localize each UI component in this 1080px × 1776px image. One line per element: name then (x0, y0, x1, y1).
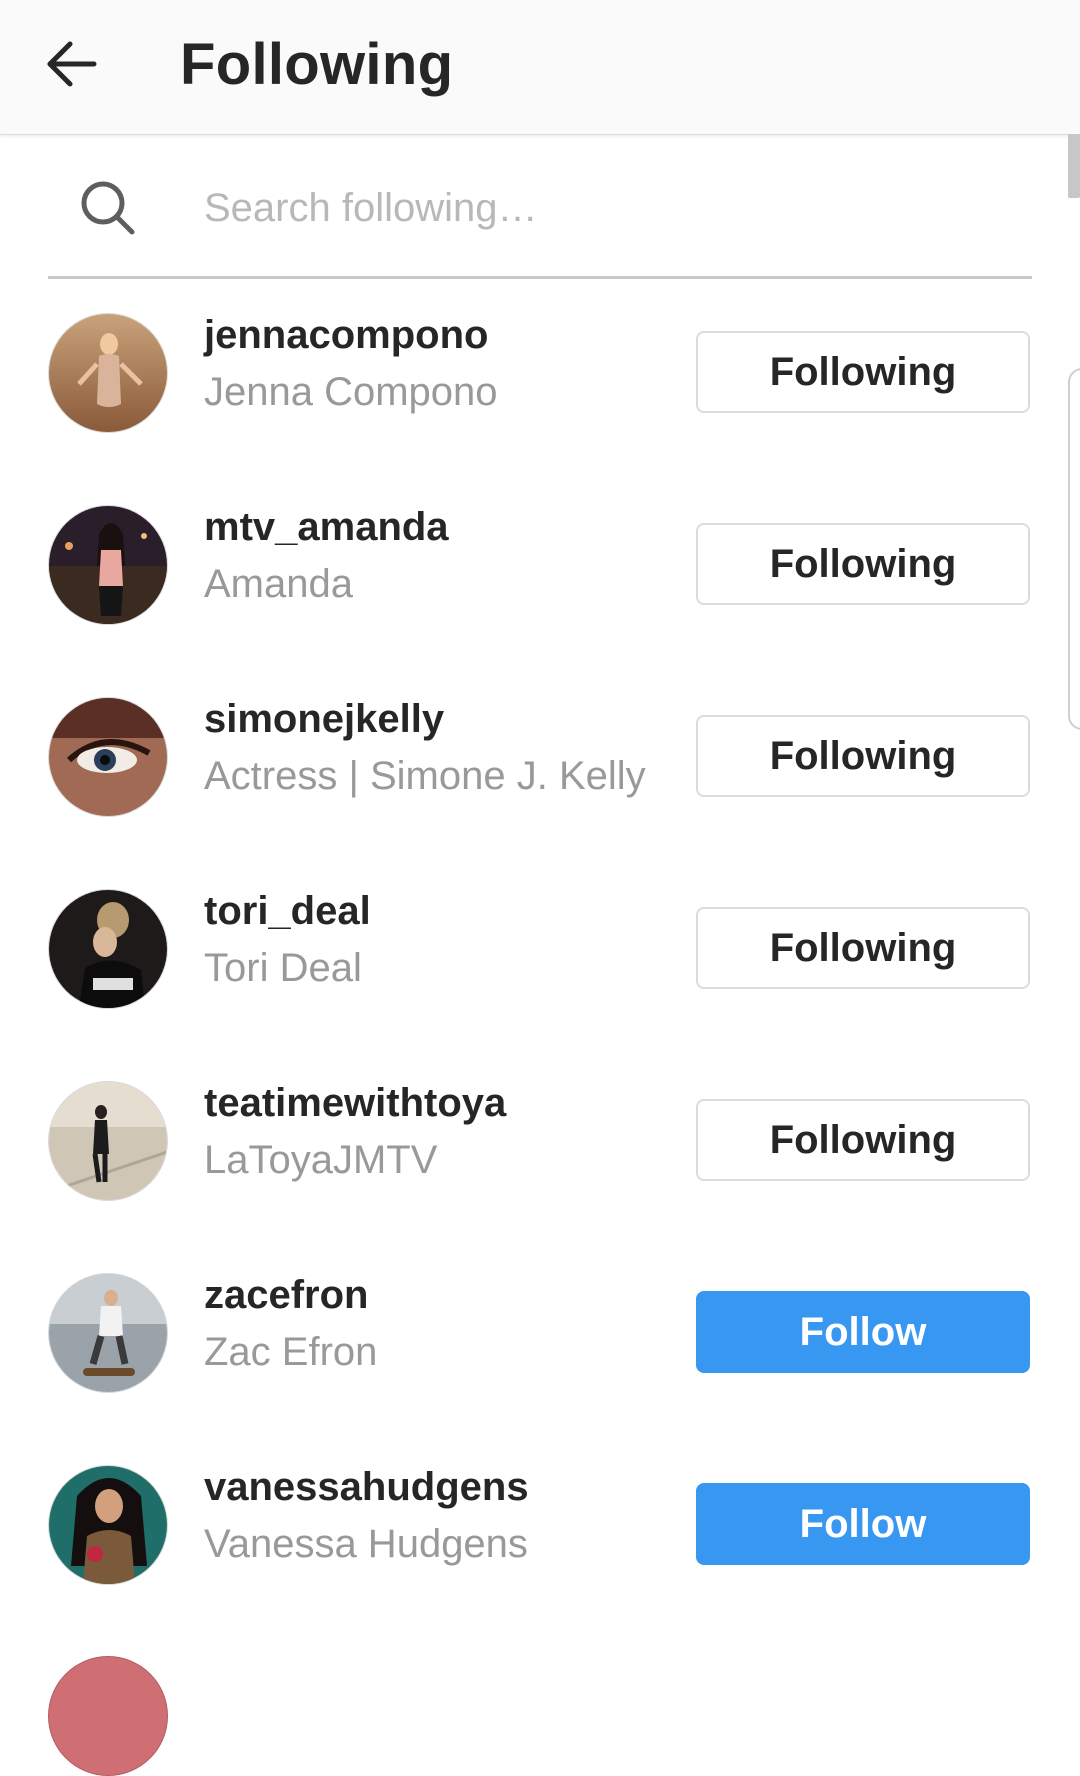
account-text: simonejkelly Actress | Simone J. Kelly (204, 692, 674, 806)
account-text: jennacompono Jenna Compono (204, 308, 674, 422)
page-title: Following (180, 32, 454, 97)
username[interactable]: simonejkelly (204, 692, 674, 746)
avatar[interactable] (48, 1656, 168, 1776)
username[interactable]: tori_deal (204, 884, 674, 938)
account-text: tori_deal Tori Deal (204, 884, 674, 998)
app-bar: Following (0, 0, 1080, 135)
account-text: vanessahudgens Vanessa Hudgens (204, 1460, 674, 1574)
account-text: teatimewithtoya LaToyaJMTV (204, 1076, 674, 1190)
following-button[interactable]: Following (696, 331, 1030, 413)
follow-button[interactable]: Follow (696, 1291, 1030, 1373)
search-input[interactable] (204, 176, 1004, 240)
full-name: Amanda (204, 562, 353, 606)
scrollbar-thumb[interactable] (1068, 134, 1080, 198)
avatar[interactable] (48, 1465, 168, 1585)
following-list: jennacompono Jenna Compono Following mtv… (0, 276, 1080, 1620)
avatar[interactable] (48, 313, 168, 433)
edge-panel-handle[interactable] (1068, 368, 1080, 730)
back-button[interactable] (36, 28, 108, 100)
account-text: mtv_amanda Amanda (204, 500, 674, 614)
avatar[interactable] (48, 1273, 168, 1393)
full-name: Vanessa Hudgens (204, 1522, 528, 1566)
list-item[interactable]: teatimewithtoya LaToyaJMTV Following (0, 1044, 1080, 1236)
following-button[interactable]: Following (696, 907, 1030, 989)
following-button[interactable]: Following (696, 715, 1030, 797)
list-item[interactable]: simonejkelly Actress | Simone J. Kelly F… (0, 660, 1080, 852)
avatar[interactable] (48, 889, 168, 1009)
username[interactable]: zacefron (204, 1268, 674, 1322)
search-bar (48, 150, 1032, 279)
full-name: Zac Efron (204, 1330, 378, 1374)
list-item[interactable]: jennacompono Jenna Compono Following (0, 276, 1080, 468)
list-item[interactable]: mtv_amanda Amanda Following (0, 468, 1080, 660)
username[interactable]: vanessahudgens (204, 1460, 674, 1514)
full-name: Jenna Compono (204, 370, 498, 414)
avatar[interactable] (48, 1081, 168, 1201)
username[interactable]: mtv_amanda (204, 500, 674, 554)
username[interactable]: jennacompono (204, 308, 674, 362)
list-item[interactable]: vanessahudgens Vanessa Hudgens Follow (0, 1428, 1080, 1620)
full-name: LaToyaJMTV (204, 1138, 438, 1182)
list-item[interactable]: tori_deal Tori Deal Following (0, 852, 1080, 1044)
following-button[interactable]: Following (696, 523, 1030, 605)
account-text: zacefron Zac Efron (204, 1268, 674, 1382)
avatar[interactable] (48, 505, 168, 625)
arrow-left-icon (47, 41, 97, 87)
list-item[interactable]: zacefron Zac Efron Follow (0, 1236, 1080, 1428)
full-name: Tori Deal (204, 946, 362, 990)
following-button[interactable]: Following (696, 1099, 1030, 1181)
username[interactable]: teatimewithtoya (204, 1076, 674, 1130)
full-name: Actress | Simone J. Kelly (204, 754, 646, 798)
follow-button[interactable]: Follow (696, 1483, 1030, 1565)
avatar[interactable] (48, 697, 168, 817)
search-icon (81, 181, 135, 235)
